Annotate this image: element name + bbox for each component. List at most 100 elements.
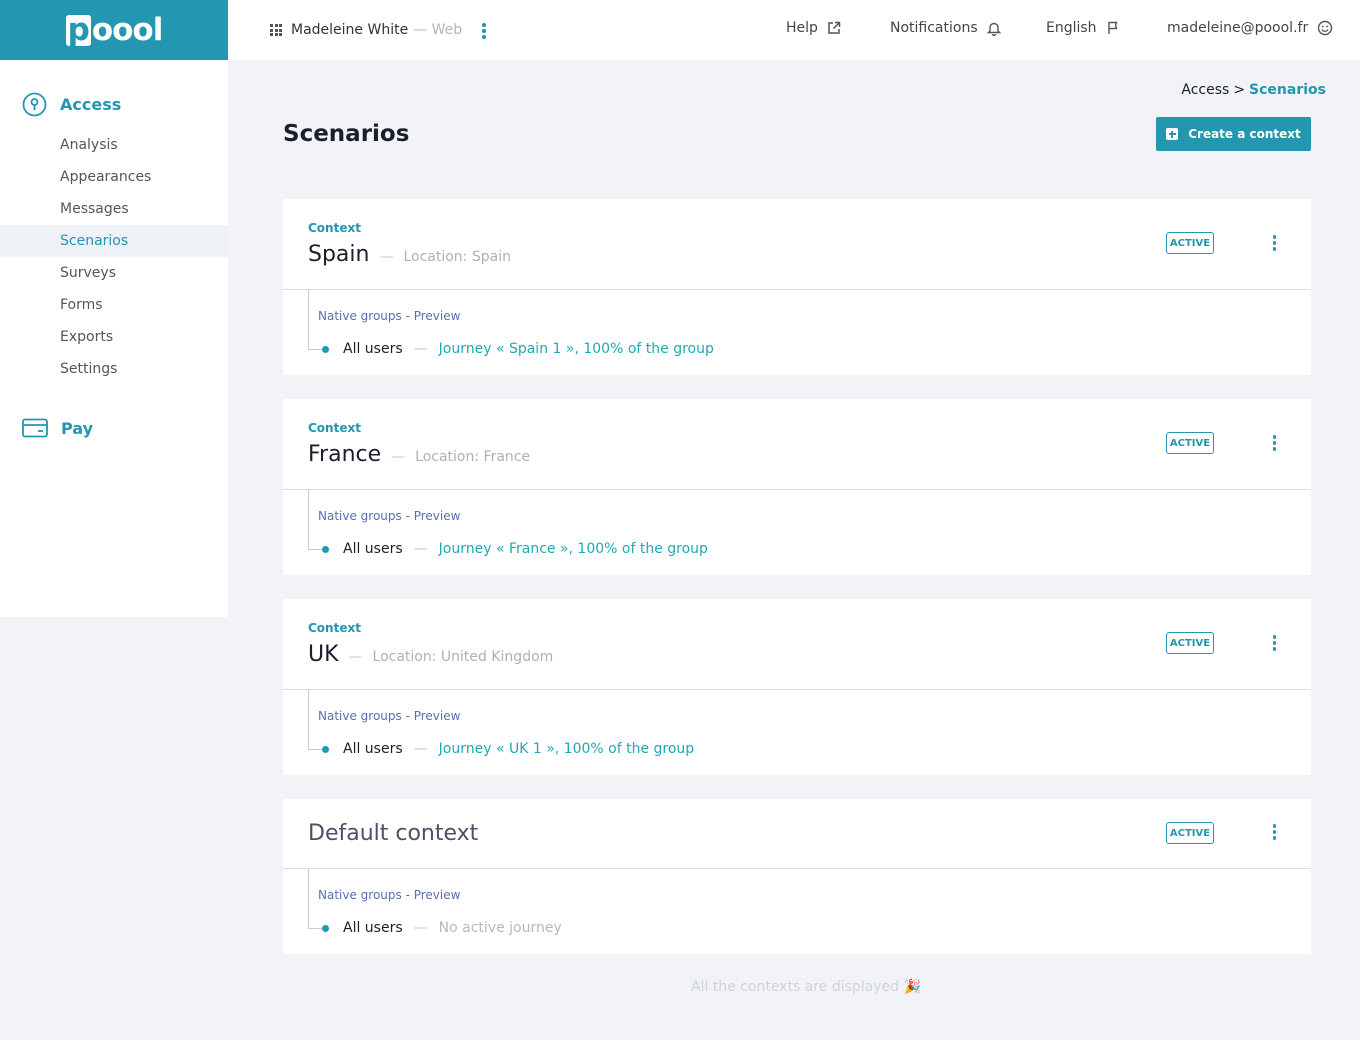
default-context-card: Default context ACTIVE Native groups - P… [283, 799, 1311, 954]
context-location: Location: France [415, 449, 531, 465]
account-email: madeleine@poool.fr [1167, 20, 1309, 36]
group-row: All users — Journey « Spain 1 », 100% of… [343, 341, 714, 357]
grid-icon [270, 24, 282, 36]
sidebar-item-exports[interactable]: Exports [0, 321, 228, 353]
context-dash: — [379, 249, 394, 265]
language-selector[interactable]: English [1046, 20, 1120, 36]
context-card-body: Native groups - Preview All users — Jour… [283, 290, 1311, 375]
context-dash: — [348, 649, 363, 665]
top-bar: Madeleine White — Web Help Notifications… [228, 0, 1360, 60]
context-location: Location: Spain [403, 249, 511, 265]
all-contexts-note: All the contexts are displayed 🎉 [691, 979, 921, 995]
smiley-icon [1318, 20, 1333, 36]
status-badge: ACTIVE [1166, 232, 1214, 254]
context-options-kebab-icon[interactable] [1272, 824, 1276, 840]
breadcrumb-root[interactable]: Access [1181, 82, 1229, 98]
context-options-kebab-icon[interactable] [1272, 235, 1276, 251]
tree-branch [308, 549, 322, 550]
keyhole-icon [22, 92, 47, 117]
group-row: All users — Journey « France », 100% of … [343, 541, 708, 557]
context-label: Context [308, 421, 361, 435]
notifications-button[interactable]: Notifications [890, 20, 1001, 36]
group-dash: — [413, 541, 428, 557]
tree-node-dot [322, 746, 329, 753]
tree-branch [308, 928, 322, 929]
sidebar-section-pay[interactable]: Pay [22, 418, 93, 438]
context-name[interactable]: France [308, 442, 381, 467]
group-label: Native groups - Preview [318, 888, 461, 902]
journey-link[interactable]: Journey « France », 100% of the group [439, 541, 708, 557]
sidebar-item-forms[interactable]: Forms [0, 289, 228, 321]
context-name[interactable]: Spain [308, 242, 369, 267]
language-label: English [1046, 20, 1097, 36]
sidebar-item-analysis[interactable]: Analysis [0, 129, 228, 161]
tree-line [308, 690, 309, 750]
app-switcher[interactable]: Madeleine White — Web [270, 22, 462, 38]
credit-card-icon [22, 418, 48, 438]
flag-icon [1107, 21, 1118, 34]
group-label: Native groups - Preview [318, 309, 461, 323]
context-heading: Default context [308, 821, 478, 846]
tree-line [308, 869, 309, 929]
context-card: Context UK — Location: United Kingdom AC… [283, 599, 1311, 775]
group-users: All users [343, 741, 403, 757]
help-link[interactable]: Help [786, 20, 841, 36]
context-card-header: Context Spain — Location: Spain ACTIVE [283, 199, 1311, 290]
account-menu[interactable]: madeleine@poool.fr [1167, 20, 1333, 36]
help-label: Help [786, 20, 818, 36]
journey-status: No active journey [438, 920, 562, 936]
status-badge: ACTIVE [1166, 632, 1214, 654]
breadcrumb: Access > Scenarios [1181, 82, 1326, 98]
tree-node-dot [322, 346, 329, 353]
plus-square-icon [1166, 128, 1179, 140]
context-card-body: Native groups - Preview All users — Jour… [283, 490, 1311, 575]
sidebar-item-scenarios[interactable]: Scenarios [0, 225, 228, 257]
group-dash: — [413, 741, 428, 757]
context-label: Context [308, 621, 361, 635]
notifications-label: Notifications [890, 20, 978, 36]
status-badge: ACTIVE [1166, 822, 1214, 844]
tree-line [308, 490, 309, 550]
group-dash: — [413, 920, 428, 936]
context-heading: Spain — Location: Spain [308, 242, 511, 267]
group-row: All users — No active journey [343, 920, 562, 936]
breadcrumb-current: Scenarios [1249, 82, 1326, 98]
group-label: Native groups - Preview [318, 709, 461, 723]
sidebar-item-appearances[interactable]: Appearances [0, 161, 228, 193]
context-options-kebab-icon[interactable] [1272, 635, 1276, 651]
create-context-label: Create a context [1188, 127, 1301, 141]
sidebar-item-settings[interactable]: Settings [0, 353, 228, 385]
logo-wordmark: poool [65, 11, 163, 48]
context-card-body: Native groups - Preview All users — No a… [283, 869, 1311, 954]
status-badge: ACTIVE [1166, 432, 1214, 454]
create-context-button[interactable]: Create a context [1156, 117, 1311, 151]
context-name[interactable]: UK [308, 642, 339, 667]
tree-branch [308, 349, 322, 350]
breadcrumb-separator: > [1233, 82, 1246, 98]
tree-branch [308, 749, 322, 750]
context-heading: UK — Location: United Kingdom [308, 642, 553, 667]
sidebar-section-access[interactable]: Access [22, 92, 121, 117]
context-name[interactable]: Default context [308, 821, 478, 846]
group-users: All users [343, 341, 403, 357]
journey-link[interactable]: Journey « Spain 1 », 100% of the group [439, 341, 714, 357]
poool-logo[interactable]: poool [0, 0, 228, 60]
tree-line [308, 290, 309, 350]
sidebar-item-messages[interactable]: Messages [0, 193, 228, 225]
tree-node-dot [322, 925, 329, 932]
bell-icon [986, 22, 1001, 36]
journey-link[interactable]: Journey « UK 1 », 100% of the group [439, 741, 695, 757]
tree-node-dot [322, 546, 329, 553]
context-heading: France — Location: France [308, 442, 530, 467]
sidebar-section-access-label: Access [60, 95, 122, 114]
context-label: Context [308, 221, 361, 235]
group-users: All users [343, 920, 403, 936]
app-options-kebab-icon[interactable] [482, 23, 486, 39]
context-options-kebab-icon[interactable] [1272, 435, 1276, 451]
context-dash: — [391, 449, 406, 465]
external-link-icon [828, 21, 841, 34]
sidebar-item-surveys[interactable]: Surveys [0, 257, 228, 289]
context-card-body: Native groups - Preview All users — Jour… [283, 690, 1311, 775]
group-label: Native groups - Preview [318, 509, 461, 523]
context-card-header: Default context ACTIVE [283, 799, 1311, 869]
